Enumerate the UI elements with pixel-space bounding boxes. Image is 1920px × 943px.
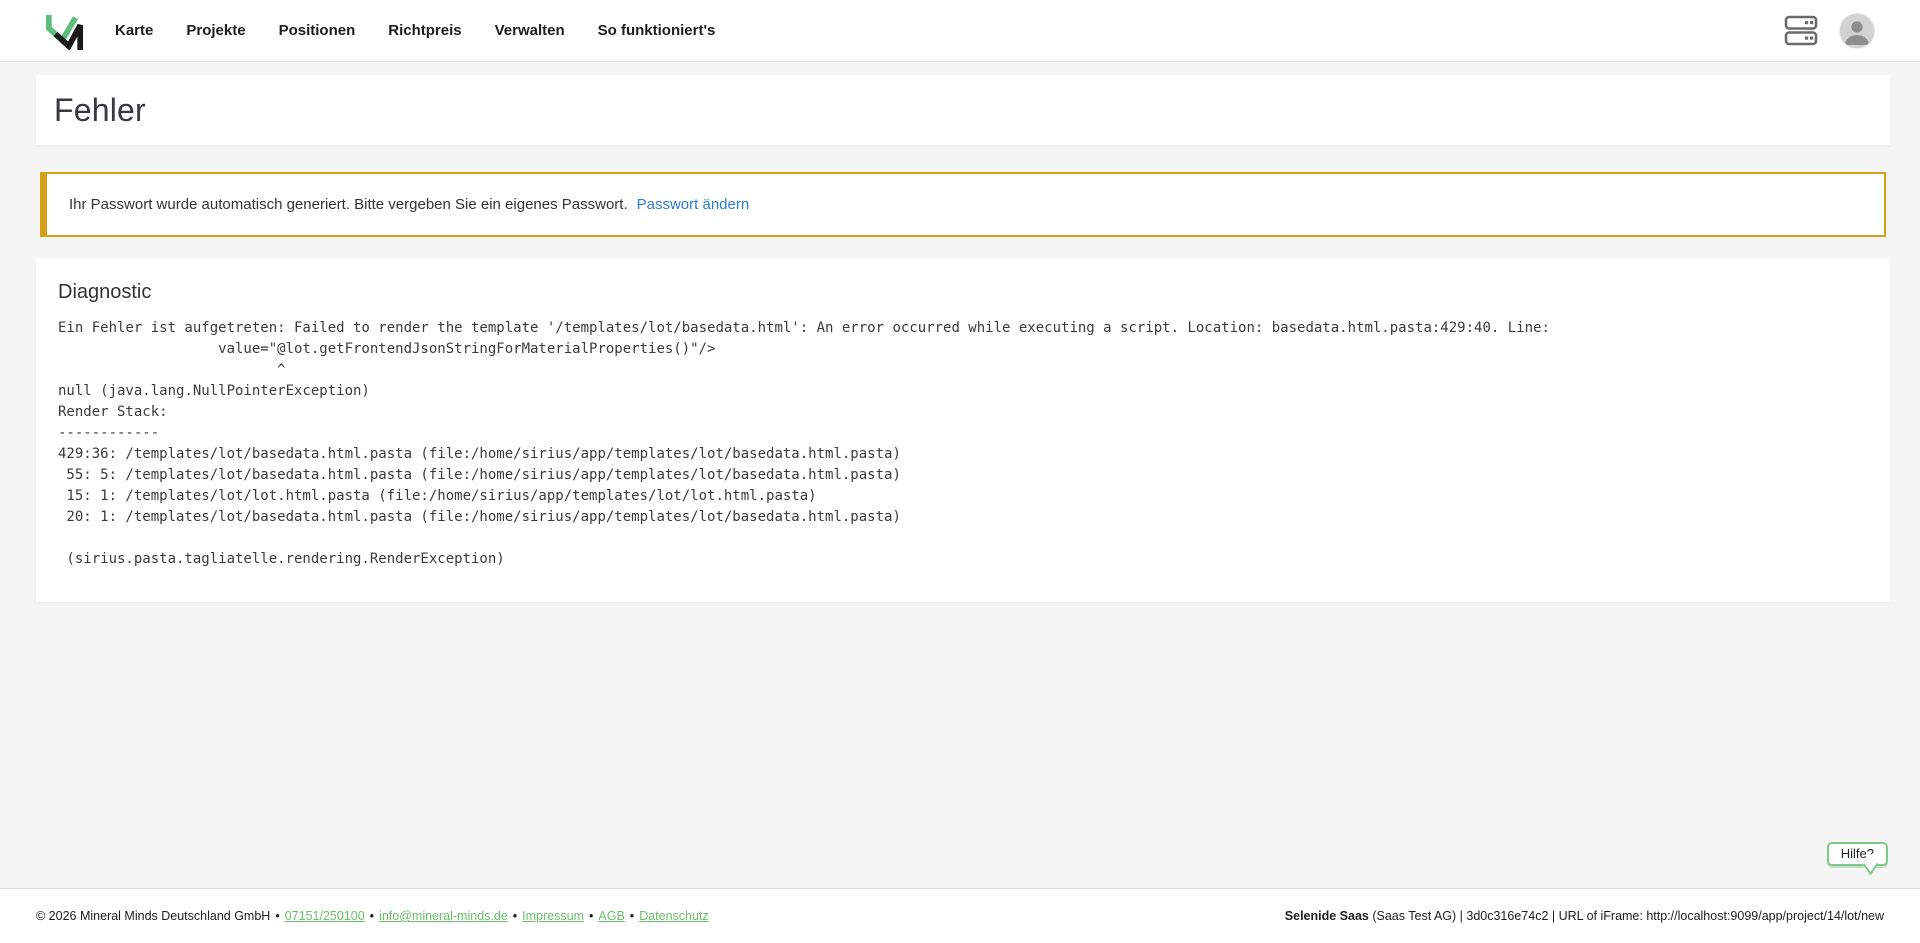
- nav-item-richtpreis[interactable]: Richtpreis: [388, 22, 461, 39]
- server-icon[interactable]: [1784, 15, 1818, 46]
- top-navbar: Karte Projekte Positionen Richtpreis Ver…: [0, 0, 1920, 62]
- footer-separator: •: [275, 909, 279, 923]
- app-logo[interactable]: [46, 12, 84, 50]
- diagnostic-error-log: Ein Fehler ist aufgetreten: Failed to re…: [58, 318, 1868, 570]
- footer-separator: •: [370, 909, 374, 923]
- footer-separator: •: [589, 909, 593, 923]
- footer-session-info: Selenide Saas (Saas Test AG) | 3d0c316e7…: [1285, 909, 1884, 923]
- nav-item-positionen[interactable]: Positionen: [279, 22, 356, 39]
- footer-copyright: © 2026 Mineral Minds Deutschland GmbH: [36, 909, 270, 923]
- help-button[interactable]: Hilfe?: [1827, 842, 1888, 866]
- tenant-name: Selenide Saas: [1285, 909, 1369, 923]
- nav-item-verwalten[interactable]: Verwalten: [495, 22, 565, 39]
- diagnostic-title: Diagnostic: [58, 280, 1868, 304]
- mineral-minds-logo-icon: [46, 12, 84, 50]
- user-avatar[interactable]: [1840, 14, 1874, 48]
- footer-separator: •: [630, 909, 634, 923]
- page-header-card: Fehler: [36, 75, 1890, 145]
- nav-item-karte[interactable]: Karte: [115, 22, 153, 39]
- diagnostic-card: Diagnostic Ein Fehler ist aufgetreten: F…: [36, 258, 1890, 602]
- footer-datenschutz-link[interactable]: Datenschutz: [639, 909, 708, 923]
- change-password-link[interactable]: Passwort ändern: [637, 196, 750, 213]
- footer: © 2026 Mineral Minds Deutschland GmbH • …: [0, 888, 1920, 943]
- navbar-right: [1784, 14, 1874, 48]
- footer-impressum-link[interactable]: Impressum: [522, 909, 584, 923]
- page-title: Fehler: [54, 90, 1872, 130]
- user-silhouette-icon: [1840, 14, 1874, 48]
- main-nav: Karte Projekte Positionen Richtpreis Ver…: [115, 22, 715, 39]
- nav-item-projekte[interactable]: Projekte: [186, 22, 245, 39]
- footer-phone-link[interactable]: 07151/250100: [285, 909, 365, 923]
- nav-item-so-funktionierts[interactable]: So funktioniert's: [598, 22, 716, 39]
- footer-left: © 2026 Mineral Minds Deutschland GmbH • …: [36, 909, 709, 923]
- password-warning-message: Ihr Passwort wurde automatisch generiert…: [69, 196, 628, 213]
- footer-agb-link[interactable]: AGB: [598, 909, 624, 923]
- footer-email-link[interactable]: info@mineral-minds.de: [379, 909, 508, 923]
- footer-separator: •: [513, 909, 517, 923]
- password-warning-banner: Ihr Passwort wurde automatisch generiert…: [40, 172, 1886, 237]
- session-details: (Saas Test AG) | 3d0c316e74c2 | URL of i…: [1369, 909, 1884, 923]
